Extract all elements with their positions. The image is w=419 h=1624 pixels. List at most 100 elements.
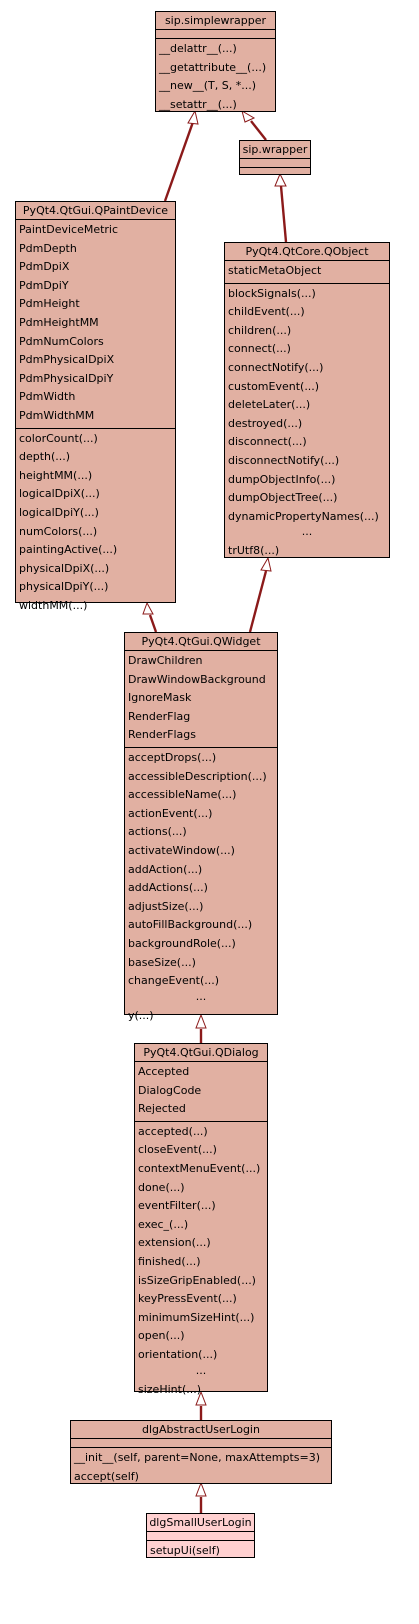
class-box-qdialog[interactable]: PyQt4.QtGui.QDialog Accepted DialogCode … — [134, 1043, 268, 1396]
attribute-item: Accepted — [138, 1065, 190, 1078]
method-item: accepted(...) — [138, 1124, 208, 1138]
attributes-section — [240, 159, 310, 168]
method-item: __init__(self, parent=None, maxAttempts=… — [74, 1451, 321, 1464]
attribute-item: PdmPhysicalDpiY — [19, 371, 114, 385]
method-item: backgroundRole(...) — [128, 936, 236, 950]
method-item: changeEvent(...) — [128, 974, 220, 988]
attribute-item: PdmPhysicalDpiX — [19, 353, 115, 367]
attribute-item: PdmDpiY — [19, 278, 69, 292]
attribute-item: PdmWidthMM — [19, 408, 95, 422]
method-item: dumpObjectTree(...) — [228, 491, 338, 505]
edge-qwidget-qpaintdevice — [148, 614, 158, 633]
method-item: done(...) — [138, 1180, 185, 1194]
method-item: __setattr__(...) — [159, 97, 237, 111]
methods-section: accepted(...) closeEvent(...) contextMen… — [135, 1122, 267, 1401]
method-item: contextMenuEvent(...) — [138, 1161, 261, 1175]
method-item: adjustSize(...) — [128, 899, 204, 913]
class-box-dlgabstractuserlogin[interactable]: dlgAbstractUserLogin __init__(self, pare… — [70, 1420, 332, 1484]
method-item: trUtf8(...) — [228, 544, 280, 558]
methods-section: __init__(self, parent=None, maxAttempts=… — [71, 1448, 331, 1488]
method-item: connectNotify(...) — [228, 360, 324, 374]
attribute-item: DrawChildren — [128, 654, 203, 667]
class-box-qwidget[interactable]: PyQt4.QtGui.QWidget DrawChildren DrawWin… — [124, 632, 278, 1022]
methods-section: acceptDrops(...) accessibleDescription(.… — [125, 748, 277, 1027]
edge-qwidget-qobject — [248, 570, 268, 633]
method-item: childEvent(...) — [228, 305, 305, 319]
attribute-item: PdmDpiX — [19, 260, 70, 274]
method-item: setupUi(self) — [150, 1544, 220, 1557]
edge-qpaintdevice-simplewrapper — [163, 121, 195, 202]
class-box-dlgsmalluserlogin[interactable]: dlgSmallUserLogin setupUi(self) — [146, 1513, 255, 1558]
ellipsis-item: ... — [195, 990, 207, 1003]
method-item: acceptDrops(...) — [128, 750, 217, 764]
method-item: eventFilter(...) — [138, 1199, 216, 1213]
class-title: dlgAbstractUserLogin — [71, 1421, 331, 1439]
attribute-item: RenderFlags — [128, 728, 196, 742]
method-item: activateWindow(...) — [128, 843, 235, 857]
method-item: deleteLater(...) — [228, 398, 311, 412]
methods-section: __delattr__(...) __getattribute__(...) _… — [156, 39, 275, 116]
method-item: closeEvent(...) — [138, 1143, 217, 1157]
methods-section: blockSignals(...) childEvent(...) childr… — [225, 284, 389, 563]
method-item: actionEvent(...) — [128, 806, 213, 820]
method-item: physicalDpiX(...) — [19, 561, 110, 575]
attributes-section: Accepted DialogCode Rejected — [135, 1062, 267, 1122]
attributes-section — [71, 1439, 331, 1448]
method-item: logicalDpiX(...) — [19, 487, 100, 501]
class-title: dlgSmallUserLogin — [147, 1514, 254, 1532]
attribute-item: RenderFlag — [128, 709, 191, 723]
method-item: colorCount(...) — [19, 431, 98, 445]
method-item: finished(...) — [138, 1254, 201, 1268]
method-item: addActions(...) — [128, 881, 208, 895]
attribute-item: DialogCode — [138, 1083, 202, 1097]
method-item: blockSignals(...) — [228, 286, 316, 300]
class-title: PyQt4.QtGui.QDialog — [135, 1044, 267, 1062]
edge-qobject-wrapper — [279, 185, 288, 243]
attribute-item: staticMetaObject — [228, 264, 322, 277]
method-item: destroyed(...) — [228, 416, 303, 430]
methods-section: colorCount(...) depth(...) heightMM(...)… — [16, 429, 175, 618]
class-box-qpaintdevice[interactable]: PyQt4.QtGui.QPaintDevice PaintDeviceMetr… — [15, 201, 176, 612]
attribute-item: PdmHeightMM — [19, 315, 99, 329]
method-item: __getattribute__(...) — [159, 60, 267, 74]
attributes-section: DrawChildren DrawWindowBackground Ignore… — [125, 651, 277, 748]
method-item: dynamicPropertyNames(...) — [228, 509, 379, 523]
ellipsis-item: ... — [195, 1364, 207, 1377]
method-item: keyPressEvent(...) — [138, 1292, 237, 1306]
method-item: y(...) — [128, 1008, 154, 1022]
class-title: PyQt4.QtGui.QPaintDevice — [16, 202, 175, 220]
attributes-section — [147, 1532, 254, 1541]
method-item: exec_(...) — [138, 1217, 189, 1231]
method-item: baseSize(...) — [128, 955, 196, 969]
method-item: actions(...) — [128, 825, 187, 839]
attribute-item: PdmWidth — [19, 390, 76, 404]
method-item: __delattr__(...) — [159, 42, 237, 55]
method-item: paintingActive(...) — [19, 543, 118, 557]
attribute-item: PdmDepth — [19, 241, 77, 255]
class-title: PyQt4.QtCore.QObject — [225, 243, 389, 261]
methods-section: setupUi(self) — [147, 1541, 254, 1563]
class-box-sip-wrapper[interactable]: sip.wrapper — [239, 140, 311, 175]
method-item: accept(self) — [74, 1469, 139, 1483]
class-title: PyQt4.QtGui.QWidget — [125, 633, 277, 651]
method-item: connect(...) — [228, 342, 291, 356]
method-item: physicalDpiY(...) — [19, 580, 109, 594]
method-item: accessibleName(...) — [128, 788, 237, 802]
class-title: sip.simplewrapper — [156, 12, 275, 30]
method-item: orientation(...) — [138, 1347, 218, 1361]
method-item: open(...) — [138, 1329, 185, 1343]
method-item: depth(...) — [19, 450, 71, 464]
method-item: disconnect(...) — [228, 435, 307, 449]
method-item: disconnectNotify(...) — [228, 453, 340, 467]
class-box-qobject[interactable]: PyQt4.QtCore.QObject staticMetaObject bl… — [224, 242, 390, 558]
attribute-item: DrawWindowBackground — [128, 672, 266, 686]
class-title: sip.wrapper — [240, 141, 310, 159]
attributes-section: staticMetaObject — [225, 261, 389, 284]
method-item: widthMM(...) — [19, 598, 88, 612]
method-item: heightMM(...) — [19, 468, 93, 482]
method-item: extension(...) — [138, 1236, 211, 1250]
attribute-item: IgnoreMask — [128, 691, 192, 705]
method-item: __new__(T, S, *...) — [159, 79, 256, 93]
class-box-sip-simplewrapper[interactable]: sip.simplewrapper __delattr__(...) __get… — [155, 11, 276, 112]
method-item: children(...) — [228, 323, 292, 337]
